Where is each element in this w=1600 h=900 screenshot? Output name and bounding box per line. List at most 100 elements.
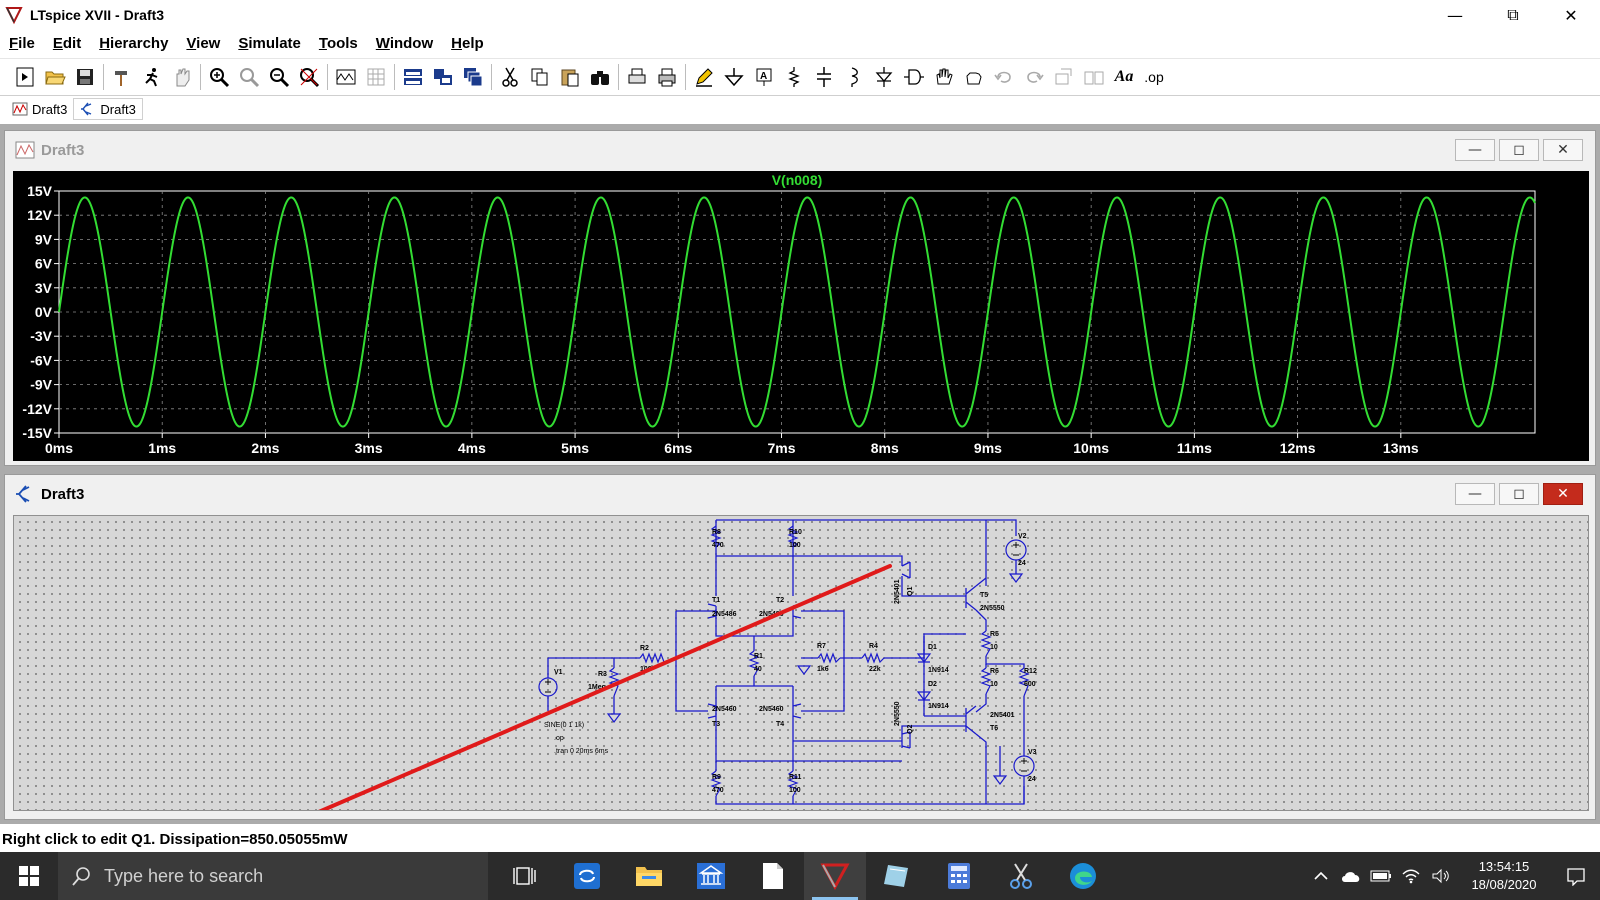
paste-button[interactable] (555, 62, 585, 92)
taskbar-clock[interactable]: 13:54:15 18/08/2020 (1456, 858, 1552, 894)
component-button[interactable] (899, 62, 929, 92)
text-button[interactable]: Aa (1109, 62, 1139, 92)
tab-schematic-draft3[interactable]: Draft3 (73, 98, 143, 120)
component-label[interactable]: Q1 (907, 587, 914, 596)
component-label[interactable]: 10 (990, 644, 998, 651)
component-label[interactable]: T1 (712, 597, 720, 604)
zoom-fit-button[interactable] (294, 62, 324, 92)
component-label[interactable]: R10 (789, 529, 802, 536)
ground-button[interactable] (719, 62, 749, 92)
bank-app-button[interactable] (680, 852, 742, 900)
component-label[interactable]: R6 (990, 668, 999, 675)
grid-button[interactable] (361, 62, 391, 92)
component-label[interactable]: V3 (1028, 749, 1037, 756)
copy-button[interactable] (525, 62, 555, 92)
schematic-canvas[interactable]: R8 470 R10 100 V2 24 T1 2N5486 T2 2N5486 T5 2N5550 R… (13, 515, 1589, 811)
waveform-minimize-button[interactable]: — (1455, 139, 1495, 161)
component-label[interactable]: 2N5401 (894, 579, 901, 604)
autorange-button[interactable] (331, 62, 361, 92)
find-button[interactable] (585, 62, 615, 92)
save-button[interactable] (70, 62, 100, 92)
component-label[interactable]: 2N5550 (894, 701, 901, 726)
label-net-button[interactable]: A (749, 62, 779, 92)
print-button[interactable] (652, 62, 682, 92)
component-label[interactable]: T2 (776, 597, 784, 604)
component-label[interactable]: 1N914 (928, 703, 949, 710)
capacitor-button[interactable] (809, 62, 839, 92)
component-label[interactable]: 2N5550 (980, 605, 1005, 612)
file-explorer-button[interactable] (618, 852, 680, 900)
pan-button[interactable] (234, 62, 264, 92)
component-label[interactable]: 470 (712, 542, 724, 549)
waveform-maximize-button[interactable]: ◻ (1499, 139, 1539, 161)
component-label[interactable]: R2 (640, 645, 649, 652)
battery-button[interactable] (1366, 852, 1396, 900)
spice-directive[interactable]: .op (554, 735, 564, 742)
component-label[interactable]: D2 (928, 681, 937, 688)
minimize-button[interactable]: — (1426, 0, 1484, 30)
component-label[interactable]: 40 (754, 666, 762, 673)
component-label[interactable]: T3 (712, 721, 720, 728)
component-label[interactable]: R9 (712, 774, 721, 781)
component-label[interactable]: 1N914 (928, 667, 949, 674)
notifications-button[interactable] (1552, 866, 1600, 886)
component-label[interactable]: 600 (1024, 681, 1036, 688)
component-label[interactable]: V2 (1018, 533, 1027, 540)
snipping-tool-button[interactable] (990, 852, 1052, 900)
component-label[interactable]: R5 (990, 631, 999, 638)
menu-edit[interactable]: Edit (44, 35, 90, 52)
spice-directive-button[interactable]: .op (1139, 62, 1169, 92)
print-setup-button[interactable] (622, 62, 652, 92)
component-label[interactable]: 24 (1018, 560, 1026, 567)
taskbar-search-box[interactable]: Type here to search (58, 852, 488, 900)
component-label[interactable]: 470 (712, 787, 724, 794)
menu-simulate[interactable]: Simulate (229, 35, 310, 52)
schematic-maximize-button[interactable]: ◻ (1499, 483, 1539, 505)
new-schematic-button[interactable] (10, 62, 40, 92)
tab-waveform-draft3[interactable]: Draft3 (6, 98, 73, 120)
component-label[interactable]: V1 (554, 669, 563, 676)
component-label[interactable]: 2N5460 (712, 706, 737, 713)
notepad-button[interactable] (742, 852, 804, 900)
component-label[interactable]: 2N5460 (759, 706, 784, 713)
component-label[interactable]: T5 (980, 592, 988, 599)
component-label[interactable]: R1 (754, 653, 763, 660)
component-label[interactable]: 1k6 (817, 666, 829, 673)
edge-browser-button[interactable] (1052, 852, 1114, 900)
mirror-button[interactable] (1079, 62, 1109, 92)
inductor-button[interactable] (839, 62, 869, 92)
menu-help[interactable]: Help (442, 35, 493, 52)
component-label[interactable]: Q2 (907, 725, 914, 734)
spice-directive[interactable]: .tran 0 20ms 6ms (554, 748, 609, 755)
spice-directive[interactable]: SINE(0 1 1k) (544, 722, 584, 729)
undo-button[interactable] (989, 62, 1019, 92)
sync-app-button[interactable] (556, 852, 618, 900)
move-button[interactable] (929, 62, 959, 92)
component-label[interactable]: T6 (990, 725, 998, 732)
component-label[interactable]: 10 (990, 681, 998, 688)
menu-file[interactable]: File (0, 35, 44, 52)
resistor-button[interactable] (779, 62, 809, 92)
cut-button[interactable] (495, 62, 525, 92)
zoom-out-button[interactable] (264, 62, 294, 92)
trace-label[interactable]: V(n008) (772, 172, 823, 188)
tile-vertical-button[interactable] (428, 62, 458, 92)
schematic-close-button[interactable]: ✕ (1543, 483, 1583, 505)
start-button[interactable] (0, 852, 58, 900)
task-view-button[interactable] (494, 852, 556, 900)
calculator-button[interactable] (928, 852, 990, 900)
component-label[interactable]: 2N5401 (990, 712, 1015, 719)
menu-window[interactable]: Window (367, 35, 442, 52)
schematic-minimize-button[interactable]: — (1455, 483, 1495, 505)
zoom-in-button[interactable] (204, 62, 234, 92)
component-label[interactable]: R11 (789, 774, 802, 781)
halt-button[interactable] (167, 62, 197, 92)
open-button[interactable] (40, 62, 70, 92)
control-panel-button[interactable] (107, 62, 137, 92)
component-label[interactable]: R8 (712, 529, 721, 536)
component-label[interactable]: R7 (817, 643, 826, 650)
diode-button[interactable] (869, 62, 899, 92)
restore-button[interactable]: ⧉ (1484, 0, 1542, 30)
ltspice-taskbar-button[interactable] (804, 852, 866, 900)
volume-button[interactable] (1426, 852, 1456, 900)
